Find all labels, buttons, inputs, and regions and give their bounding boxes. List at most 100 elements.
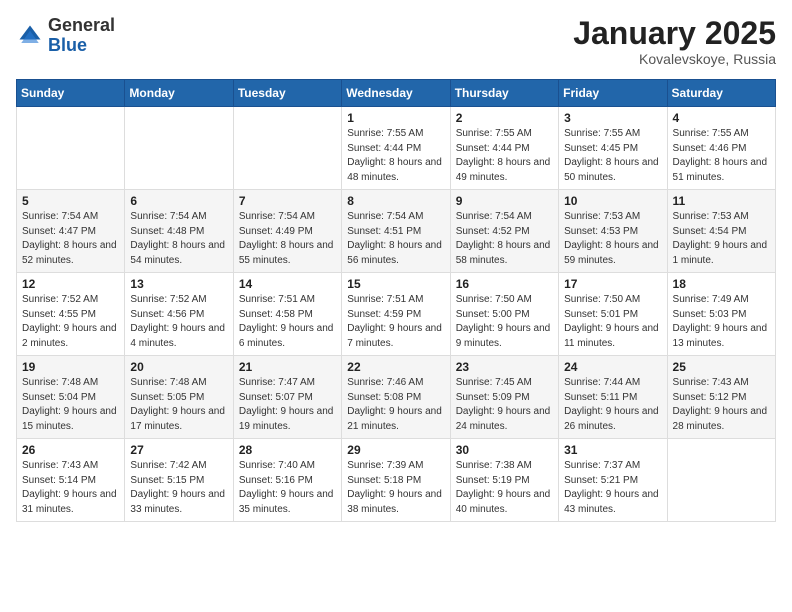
day-info: Sunrise: 7:42 AMSunset: 5:15 PMDaylight:…	[130, 459, 227, 517]
day-cell	[17, 107, 125, 190]
weekday-friday: Friday	[559, 80, 667, 107]
location: Kovalevskoye, Russia	[573, 51, 776, 67]
day-info: Sunrise: 7:49 AMSunset: 5:03 PMDaylight:…	[673, 293, 770, 351]
page: General Blue January 2025 Kovalevskoye, …	[0, 0, 792, 612]
day-info: Sunrise: 7:50 AMSunset: 5:01 PMDaylight:…	[564, 293, 661, 351]
day-number: 30	[456, 443, 553, 457]
day-cell: 17 Sunrise: 7:50 AMSunset: 5:01 PMDayligh…	[559, 273, 667, 356]
day-info: Sunrise: 7:51 AMSunset: 4:59 PMDaylight:…	[347, 293, 444, 351]
day-number: 24	[564, 360, 661, 374]
day-info: Sunrise: 7:54 AMSunset: 4:51 PMDaylight:…	[347, 210, 444, 268]
logo-general: General	[48, 15, 115, 35]
weekday-header-row: SundayMondayTuesdayWednesdayThursdayFrid…	[17, 80, 776, 107]
weekday-monday: Monday	[125, 80, 233, 107]
day-number: 27	[130, 443, 227, 457]
day-number: 22	[347, 360, 444, 374]
day-cell: 24Sunrise: 7:44 AMSunset: 5:11 PMDayligh…	[559, 356, 667, 439]
day-number: 1	[347, 111, 444, 125]
day-cell: 3 Sunrise: 7:55 AMSunset: 4:45 PMDaylight…	[559, 107, 667, 190]
day-cell: 28 Sunrise: 7:40 AMSunset: 5:16 PMDayligh…	[233, 439, 341, 522]
header: General Blue January 2025 Kovalevskoye, …	[16, 16, 776, 67]
day-number: 16	[456, 277, 553, 291]
day-number: 29	[347, 443, 444, 457]
day-cell: 10 Sunrise: 7:53 AMSunset: 4:53 PMDayligh…	[559, 190, 667, 273]
day-cell	[233, 107, 341, 190]
day-number: 28	[239, 443, 336, 457]
day-number: 13	[130, 277, 227, 291]
day-number: 31	[564, 443, 661, 457]
day-number: 25	[673, 360, 770, 374]
day-info: Sunrise: 7:45 AMSunset: 5:09 PMDaylight:…	[456, 376, 553, 434]
week-row-1: 1 Sunrise: 7:55 AMSunset: 4:44 PMDaylight…	[17, 107, 776, 190]
day-cell: 11 Sunrise: 7:53 AMSunset: 4:54 PMDayligh…	[667, 190, 775, 273]
day-info: Sunrise: 7:53 AMSunset: 4:53 PMDaylight:…	[564, 210, 661, 268]
logo-icon	[16, 22, 44, 50]
day-number: 12	[22, 277, 119, 291]
day-info: Sunrise: 7:55 AMSunset: 4:44 PMDaylight:…	[456, 127, 553, 185]
day-number: 11	[673, 194, 770, 208]
day-cell: 23 Sunrise: 7:45 AMSunset: 5:09 PMDayligh…	[450, 356, 558, 439]
day-number: 20	[130, 360, 227, 374]
day-cell: 6Sunrise: 7:54 AMSunset: 4:48 PMDaylight…	[125, 190, 233, 273]
day-cell: 1 Sunrise: 7:55 AMSunset: 4:44 PMDaylight…	[342, 107, 450, 190]
day-info: Sunrise: 7:54 AMSunset: 4:49 PMDaylight:…	[239, 210, 336, 268]
day-info: Sunrise: 7:40 AMSunset: 5:16 PMDaylight:…	[239, 459, 336, 517]
day-cell: 25Sunrise: 7:43 AMSunset: 5:12 PMDayligh…	[667, 356, 775, 439]
day-info: Sunrise: 7:52 AMSunset: 4:56 PMDaylight:…	[130, 293, 227, 351]
day-cell: 21Sunrise: 7:47 AMSunset: 5:07 PMDayligh…	[233, 356, 341, 439]
logo: General Blue	[16, 16, 115, 56]
day-number: 3	[564, 111, 661, 125]
calendar-table: SundayMondayTuesdayWednesdayThursdayFrid…	[16, 79, 776, 522]
day-cell: 13 Sunrise: 7:52 AMSunset: 4:56 PMDayligh…	[125, 273, 233, 356]
day-info: Sunrise: 7:48 AMSunset: 5:05 PMDaylight:…	[130, 376, 227, 434]
week-row-4: 19 Sunrise: 7:48 AMSunset: 5:04 PMDayligh…	[17, 356, 776, 439]
title-block: January 2025 Kovalevskoye, Russia	[573, 16, 776, 67]
day-info: Sunrise: 7:55 AMSunset: 4:45 PMDaylight:…	[564, 127, 661, 185]
day-number: 8	[347, 194, 444, 208]
day-cell: 7Sunrise: 7:54 AMSunset: 4:49 PMDaylight…	[233, 190, 341, 273]
day-cell: 22 Sunrise: 7:46 AMSunset: 5:08 PMDayligh…	[342, 356, 450, 439]
day-cell	[667, 439, 775, 522]
day-number: 21	[239, 360, 336, 374]
day-number: 9	[456, 194, 553, 208]
day-info: Sunrise: 7:46 AMSunset: 5:08 PMDaylight:…	[347, 376, 444, 434]
day-number: 5	[22, 194, 119, 208]
day-cell: 27 Sunrise: 7:42 AMSunset: 5:15 PMDayligh…	[125, 439, 233, 522]
day-number: 17	[564, 277, 661, 291]
weekday-tuesday: Tuesday	[233, 80, 341, 107]
logo-text: General Blue	[48, 16, 115, 56]
weekday-thursday: Thursday	[450, 80, 558, 107]
day-info: Sunrise: 7:52 AMSunset: 4:55 PMDaylight:…	[22, 293, 119, 351]
logo-blue: Blue	[48, 35, 87, 55]
day-cell: 2Sunrise: 7:55 AMSunset: 4:44 PMDaylight…	[450, 107, 558, 190]
day-cell: 14Sunrise: 7:51 AMSunset: 4:58 PMDayligh…	[233, 273, 341, 356]
day-cell: 31Sunrise: 7:37 AMSunset: 5:21 PMDayligh…	[559, 439, 667, 522]
day-cell: 20 Sunrise: 7:48 AMSunset: 5:05 PMDayligh…	[125, 356, 233, 439]
day-cell: 18Sunrise: 7:49 AMSunset: 5:03 PMDayligh…	[667, 273, 775, 356]
day-cell: 4 Sunrise: 7:55 AMSunset: 4:46 PMDaylight…	[667, 107, 775, 190]
day-info: Sunrise: 7:54 AMSunset: 4:48 PMDaylight:…	[130, 210, 227, 268]
day-cell: 19 Sunrise: 7:48 AMSunset: 5:04 PMDayligh…	[17, 356, 125, 439]
day-info: Sunrise: 7:51 AMSunset: 4:58 PMDaylight:…	[239, 293, 336, 351]
day-info: Sunrise: 7:55 AMSunset: 4:44 PMDaylight:…	[347, 127, 444, 185]
day-info: Sunrise: 7:53 AMSunset: 4:54 PMDaylight:…	[673, 210, 770, 268]
day-info: Sunrise: 7:55 AMSunset: 4:46 PMDaylight:…	[673, 127, 770, 185]
day-cell: 26Sunrise: 7:43 AMSunset: 5:14 PMDayligh…	[17, 439, 125, 522]
day-number: 15	[347, 277, 444, 291]
weekday-sunday: Sunday	[17, 80, 125, 107]
week-row-3: 12 Sunrise: 7:52 AMSunset: 4:55 PMDayligh…	[17, 273, 776, 356]
day-cell: 15 Sunrise: 7:51 AMSunset: 4:59 PMDayligh…	[342, 273, 450, 356]
week-row-2: 5 Sunrise: 7:54 AMSunset: 4:47 PMDaylight…	[17, 190, 776, 273]
day-number: 23	[456, 360, 553, 374]
day-cell: 5 Sunrise: 7:54 AMSunset: 4:47 PMDaylight…	[17, 190, 125, 273]
day-number: 10	[564, 194, 661, 208]
day-cell: 30Sunrise: 7:38 AMSunset: 5:19 PMDayligh…	[450, 439, 558, 522]
day-number: 4	[673, 111, 770, 125]
day-cell: 29Sunrise: 7:39 AMSunset: 5:18 PMDayligh…	[342, 439, 450, 522]
day-cell: 8 Sunrise: 7:54 AMSunset: 4:51 PMDaylight…	[342, 190, 450, 273]
day-info: Sunrise: 7:54 AMSunset: 4:47 PMDaylight:…	[22, 210, 119, 268]
day-info: Sunrise: 7:48 AMSunset: 5:04 PMDaylight:…	[22, 376, 119, 434]
day-number: 19	[22, 360, 119, 374]
weekday-wednesday: Wednesday	[342, 80, 450, 107]
day-info: Sunrise: 7:43 AMSunset: 5:14 PMDaylight:…	[22, 459, 119, 517]
